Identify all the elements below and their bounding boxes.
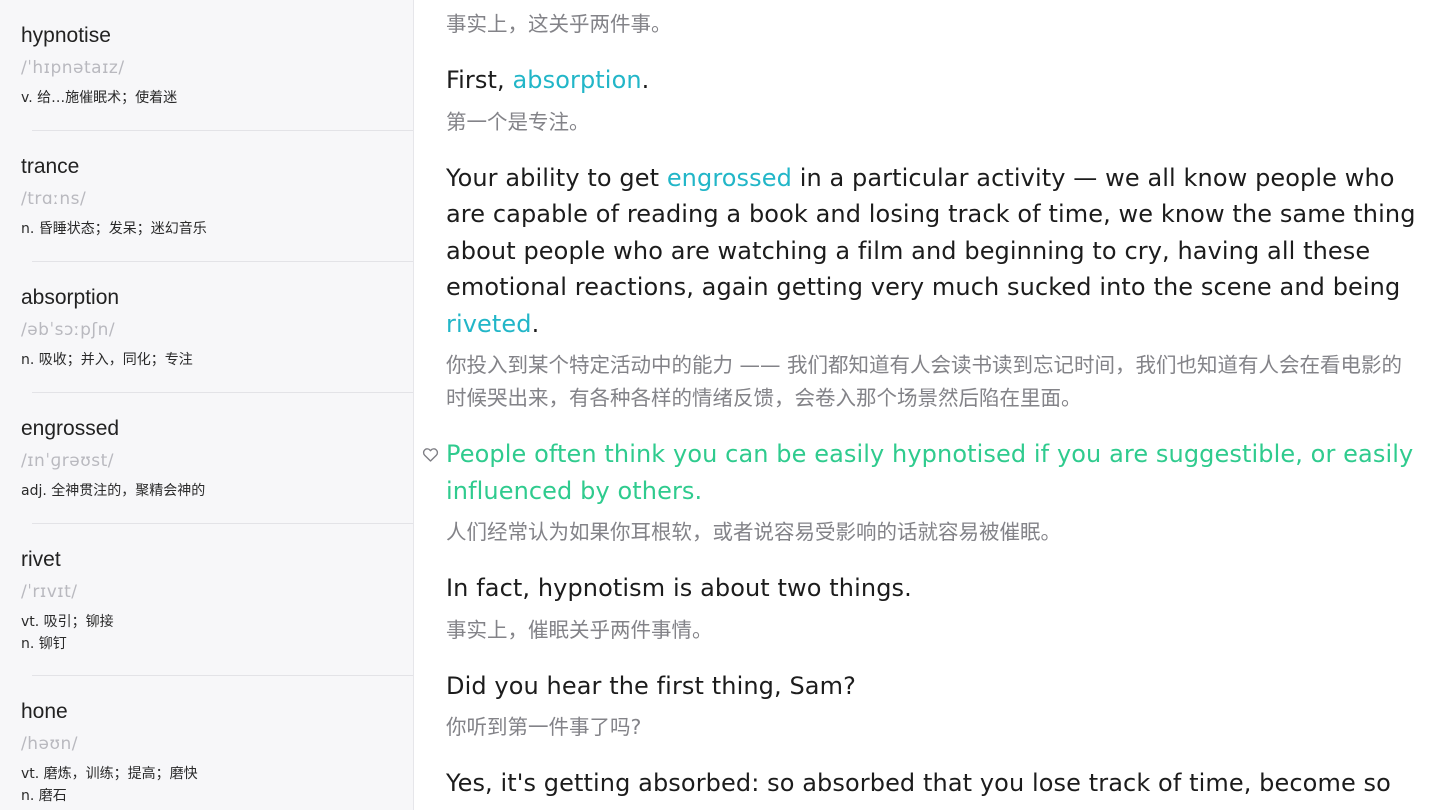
vocab-phonetic: /həʊn/ <box>21 734 78 754</box>
sentence-text: First, <box>446 66 513 94</box>
vocab-phonetic: /əbˈsɔːpʃn/ <box>21 320 116 340</box>
vocab-phonetic: /trɑːns/ <box>21 189 87 209</box>
vocab-item-hypnotise[interactable]: hypnotise /ˈhɪpnətaɪz/ v. 给…施催眠术；使着迷 <box>0 0 413 131</box>
sentence-text: People often think you can be easily hyp… <box>446 440 1414 505</box>
sentence-text: Your ability to get <box>446 163 667 192</box>
sentence-block[interactable]: Your ability to get engrossed in a parti… <box>446 160 1416 416</box>
vocab-item-absorption[interactable]: absorption /əbˈsɔːpʃn/ n. 吸收；并入，同化；专注 <box>0 262 413 393</box>
vocab-item-rivet[interactable]: rivet /ˈrɪvɪt/ vt. 吸引；铆接 n. 铆钉 <box>0 524 413 676</box>
app-window: hypnotise /ˈhɪpnətaɪz/ v. 给…施催眠术；使着迷 tra… <box>0 0 1440 810</box>
vocabulary-sidebar: hypnotise /ˈhɪpnətaɪz/ v. 给…施催眠术；使着迷 tra… <box>0 0 414 810</box>
vocab-phonetic: /ˈrɪvɪt/ <box>21 582 78 602</box>
sentence-text: . <box>641 66 650 94</box>
sentence-block-favorited[interactable]: People often think you can be easily hyp… <box>422 436 1416 549</box>
sentence-block[interactable]: First, absorption. 第一个是专注。 <box>446 62 1416 139</box>
sentence-text: . <box>531 309 540 338</box>
sentence-block[interactable]: Did you hear the first thing, Sam? 你听到第一… <box>446 668 1416 745</box>
english-sentence[interactable]: Your ability to get engrossed in a parti… <box>446 160 1416 343</box>
transcript-pane: 事实上，这关乎两件事。 First, absorption. 第一个是专注。 Y… <box>414 0 1440 810</box>
sentence-block[interactable]: Yes, it's getting absorbed: so absorbed … <box>446 765 1416 802</box>
vocab-definition: n. 吸收；并入，同化；专注 <box>21 352 193 368</box>
vocab-word: absorption <box>21 286 120 309</box>
vocab-item-trance[interactable]: trance /trɑːns/ n. 昏睡状态；发呆；迷幻音乐 <box>0 131 413 262</box>
vocab-item-hone[interactable]: hone /həʊn/ vt. 磨炼，训练；提高；磨快 n. 磨石 <box>0 676 413 810</box>
heart-outline-icon[interactable] <box>422 447 439 462</box>
vocab-phonetic: /ˈhɪpnətaɪz/ <box>21 58 125 78</box>
vocab-definition: vt. 磨炼，训练；提高；磨快 n. 磨石 <box>21 763 413 807</box>
english-sentence[interactable]: First, absorption. <box>446 62 1416 99</box>
vocab-word: engrossed <box>21 417 120 440</box>
english-sentence[interactable]: Yes, it's getting absorbed: so absorbed … <box>446 765 1416 802</box>
english-sentence[interactable]: In fact, hypnotism is about two things. <box>446 570 1416 607</box>
english-sentence[interactable]: People often think you can be easily hyp… <box>422 436 1416 509</box>
vocab-item-engrossed[interactable]: engrossed /ɪnˈɡrəʊst/ adj. 全神贯注的，聚精会神的 <box>0 393 413 524</box>
vocab-definition: vt. 吸引；铆接 n. 铆钉 <box>21 611 413 655</box>
vocab-word: hone <box>21 700 68 723</box>
vocab-highlight-riveted[interactable]: riveted <box>446 310 532 338</box>
translation-text: 人们经常认为如果你耳根软，或者说容易受影响的话就容易被催眠。 <box>446 520 1061 544</box>
translation-text: 你听到第一件事了吗? <box>446 715 642 739</box>
sentence-block[interactable]: In fact, hypnotism is about two things. … <box>446 570 1416 647</box>
translation-text: 事实上，催眠关乎两件事情。 <box>446 617 713 642</box>
vocab-word: rivet <box>21 548 61 571</box>
translation-text: 事实上，这关乎两件事。 <box>446 12 672 36</box>
vocab-definition: v. 给…施催眠术；使着迷 <box>21 90 178 106</box>
vocab-highlight-engrossed[interactable]: engrossed <box>667 164 792 192</box>
translation-text: 第一个是专注。 <box>446 109 590 134</box>
vocab-definition-line: vt. 吸引；铆接 <box>21 614 114 630</box>
vocab-highlight-absorption[interactable]: absorption <box>512 66 641 94</box>
transcript-content: 事实上，这关乎两件事。 First, absorption. 第一个是专注。 Y… <box>422 8 1416 802</box>
vocab-definition-line: vt. 磨炼，训练；提高；磨快 <box>21 766 198 782</box>
vocab-word: trance <box>21 155 80 178</box>
vocab-definition-line: n. 磨石 <box>21 788 67 804</box>
vocab-definition-line: n. 铆钉 <box>21 636 67 652</box>
translation-text: 你投入到某个特定活动中的能力 —— 我们都知道有人会读书读到忘记时间，我们也知道… <box>446 353 1403 410</box>
english-sentence[interactable]: Did you hear the first thing, Sam? <box>446 668 1416 705</box>
vocab-word: hypnotise <box>21 24 111 47</box>
vocab-definition: adj. 全神贯注的，聚精会神的 <box>21 483 206 499</box>
vocab-phonetic: /ɪnˈɡrəʊst/ <box>21 451 114 471</box>
vocab-definition: n. 昏睡状态；发呆；迷幻音乐 <box>21 221 207 237</box>
